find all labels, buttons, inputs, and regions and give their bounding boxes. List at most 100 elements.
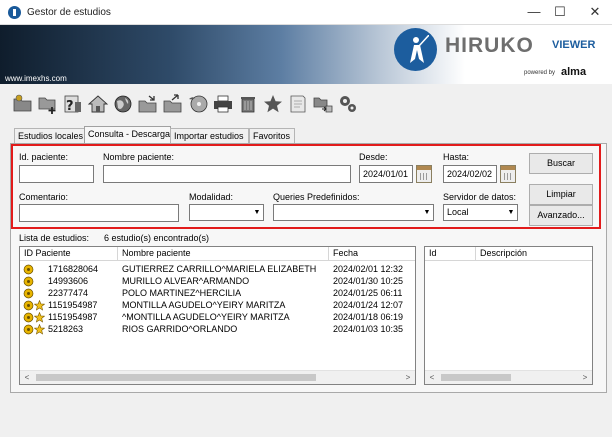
study-icon — [23, 312, 34, 323]
chevron-down-icon[interactable]: ▼ — [251, 205, 263, 220]
cell-patient-name: RIOS GARRIDO^ORLANDO — [122, 324, 238, 334]
status-bar — [0, 421, 612, 437]
modality-select[interactable]: ▼ — [189, 204, 264, 221]
calendar-from-icon[interactable] — [416, 165, 432, 183]
study-icon — [23, 324, 34, 335]
cell-patient-id: 5218263 — [48, 324, 84, 334]
cell-patient-name: ^MONTILLA AGUDELO^YEIRY MARITZA — [122, 312, 290, 322]
add-folder-icon[interactable] — [37, 93, 59, 115]
calendar-to-icon[interactable] — [500, 165, 516, 183]
globe-icon[interactable] — [112, 93, 134, 115]
modality-label: Modalidad: — [189, 192, 234, 202]
tab-favoritos[interactable]: Favoritos — [249, 128, 295, 143]
cell-date: 2024/01/30 10:25 — [333, 276, 404, 286]
star-icon[interactable] — [262, 93, 284, 115]
chevron-down-icon[interactable]: ▼ — [505, 205, 517, 220]
scrollbar-thumb[interactable] — [36, 374, 316, 381]
study-icon — [23, 264, 34, 275]
scroll-right-icon[interactable]: > — [401, 371, 415, 384]
tab-importar-estudios[interactable]: Importar estudios — [170, 128, 249, 143]
comment-input[interactable] — [19, 204, 179, 222]
window-titlebar: Gestor de estudios — ☐ ✕ — [0, 0, 612, 25]
maximize-button[interactable]: ☐ — [545, 0, 575, 24]
cell-patient-id: 1716828064 — [48, 264, 99, 274]
import-folder-icon[interactable] — [162, 93, 184, 115]
samurai-figure-icon — [410, 35, 429, 63]
close-button[interactable]: ✕ — [580, 0, 610, 24]
study-icon — [23, 288, 34, 299]
table-row[interactable]: 22377474 POLO MARTINEZ^HERCILIA 2024/01/… — [20, 288, 403, 299]
study-icon — [23, 276, 34, 287]
advanced-button[interactable]: Avanzado... — [529, 205, 593, 226]
cell-patient-id: 1151954987 — [48, 312, 98, 322]
table-row[interactable]: 1151954987 MONTILLA AGUDELO^YEIRY MARITZ… — [20, 300, 404, 311]
tab-consulta-descarga[interactable]: Consulta - Descarga — [84, 126, 171, 143]
cell-patient-id: 1151954987 — [48, 300, 98, 310]
date-to-label: Hasta: — [443, 152, 470, 162]
search-button[interactable]: Buscar — [529, 153, 593, 174]
cell-patient-id: 22377474 — [48, 288, 89, 298]
cd-burn-icon[interactable] — [187, 93, 209, 115]
server-label: Servidor de datos: — [443, 192, 517, 202]
chevron-down-icon[interactable]: ▼ — [421, 205, 433, 220]
server-value: Local — [447, 207, 469, 217]
transfer-icon[interactable] — [312, 93, 334, 115]
queries-select[interactable]: ▼ — [273, 204, 434, 221]
scroll-left-icon[interactable]: < — [20, 371, 34, 384]
cell-date: 2024/01/24 12:07 — [333, 300, 404, 310]
patient-name-label: Nombre paciente: — [103, 152, 175, 162]
date-from-input[interactable]: 2024/01/01 — [359, 165, 413, 183]
open-folder-icon[interactable] — [12, 93, 34, 115]
patient-id-input[interactable] — [19, 165, 94, 183]
scroll-right-icon[interactable]: > — [578, 371, 592, 384]
patient-name-input[interactable] — [103, 165, 351, 183]
favorite-star-icon — [34, 300, 45, 311]
table-row[interactable]: 1716828064 GUTIERREZ CARRILLO^MARIELA EL… — [20, 264, 404, 275]
search-study-icon[interactable]: ? — [62, 93, 84, 115]
app-icon — [8, 6, 21, 19]
study-list: ID Paciente Nombre paciente Fecha 171682… — [19, 246, 416, 385]
notes-icon[interactable] — [287, 93, 309, 115]
comment-label: Comentario: — [19, 192, 69, 202]
export-folder-icon[interactable] — [137, 93, 159, 115]
svg-text:?: ? — [66, 99, 74, 114]
column-header-date[interactable]: Fecha — [329, 247, 415, 261]
tab-estudios-locales[interactable]: Estudios locales — [14, 128, 85, 143]
cell-patient-name: GUTIERREZ CARRILLO^MARIELA ELIZABETH — [122, 264, 317, 274]
table-row[interactable]: 1151954987 ^MONTILLA AGUDELO^YEIRY MARIT… — [20, 312, 404, 323]
clear-button[interactable]: Limpiar — [529, 184, 593, 205]
trash-icon[interactable] — [237, 93, 259, 115]
patient-id-label: Id. paciente: — [19, 152, 69, 162]
server-select[interactable]: Local ▼ — [443, 204, 518, 221]
scrollbar-thumb[interactable] — [441, 374, 511, 381]
column-header-series-id[interactable]: Id — [425, 247, 476, 261]
series-list-hscrollbar[interactable]: < > — [425, 370, 592, 384]
settings-icon[interactable] — [337, 93, 359, 115]
cell-date: 2024/01/25 06:11 — [333, 288, 403, 298]
cell-patient-id: 14993606 — [48, 276, 89, 286]
study-icon — [23, 300, 34, 311]
column-header-name[interactable]: Nombre paciente — [118, 247, 329, 261]
column-header-description[interactable]: Descripción — [476, 247, 592, 261]
scroll-left-icon[interactable]: < — [425, 371, 439, 384]
header-banner: www.imexhs.com HIRUKO VIEWER powered by … — [0, 25, 612, 84]
printer-icon[interactable] — [212, 93, 234, 115]
study-list-label: Lista de estudios: — [19, 233, 90, 243]
table-row[interactable]: 5218263 RIOS GARRIDO^ORLANDO 2024/01/03 … — [20, 324, 403, 335]
column-header-id[interactable]: ID Paciente — [20, 247, 118, 261]
home-icon[interactable] — [87, 93, 109, 115]
cell-patient-name: MURILLO ALVEAR^ARMANDO — [122, 276, 250, 286]
study-list-hscrollbar[interactable]: < > — [20, 370, 415, 384]
powered-by-text: powered by — [524, 70, 556, 76]
table-row[interactable]: 14993606 MURILLO ALVEAR^ARMANDO 2024/01/… — [20, 276, 404, 287]
logo-suffix: VIEWER — [552, 39, 596, 51]
cell-date: 2024/01/18 06:19 — [333, 312, 404, 322]
cell-patient-name: POLO MARTINEZ^HERCILIA — [122, 288, 242, 298]
cell-date: 2024/02/01 12:32 — [333, 264, 404, 274]
cell-patient-name: MONTILLA AGUDELO^YEIRY MARITZA — [122, 300, 286, 310]
website-url: www.imexhs.com — [5, 74, 67, 83]
date-to-input[interactable]: 2024/02/02 — [443, 165, 497, 183]
window-title: Gestor de estudios — [27, 7, 111, 18]
study-count: 6 estudio(s) encontrado(s) — [104, 233, 210, 243]
queries-label: Queries Predefinidos: — [273, 192, 360, 202]
